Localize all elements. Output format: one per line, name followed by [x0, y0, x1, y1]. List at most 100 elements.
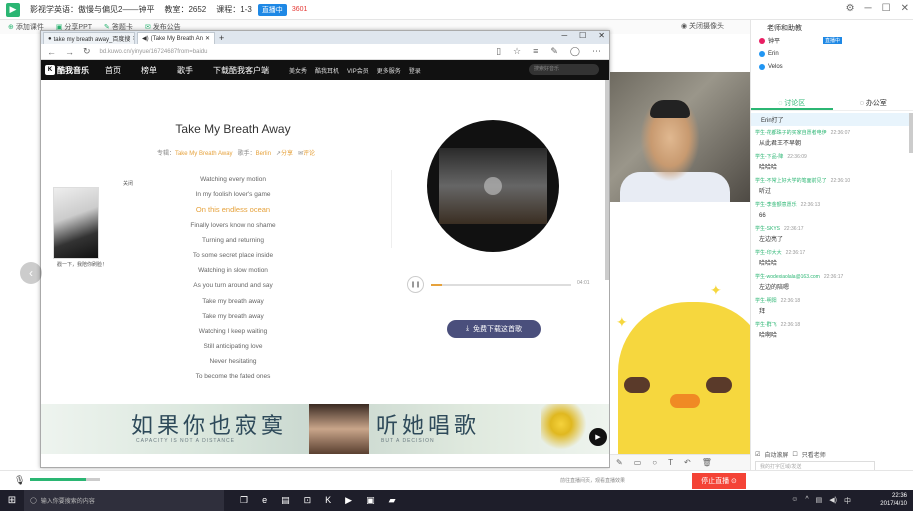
banner-play-icon[interactable]: ▶ [589, 428, 607, 446]
favorite-star-icon[interactable]: ☆ [513, 46, 521, 57]
circle-icon[interactable]: ○ [652, 458, 657, 467]
undo-icon[interactable]: ↶ [684, 458, 691, 467]
nav-vip[interactable]: VIP会员 [347, 66, 369, 75]
browser-minimize-icon[interactable]: ─ [561, 31, 567, 40]
chat-scrollbar[interactable] [909, 113, 913, 153]
prev-slide-icon[interactable]: ‹ [20, 262, 42, 284]
nav-download-client[interactable]: 下载酷我客户端 [213, 65, 269, 76]
note-icon[interactable]: ✎ [550, 46, 558, 57]
text-tool-icon[interactable]: T [668, 458, 673, 467]
share-link[interactable]: 分享 [281, 151, 293, 157]
windows-start-icon[interactable]: ⊞ [0, 495, 24, 506]
banner-ad[interactable]: 如果你也寂寞 CAPACITY IS NOT A DISTANCE 听她唱歌 B… [41, 404, 609, 454]
banner-sub-right: BUT A DECISION [381, 438, 435, 444]
task-view-icon[interactable]: ❐ [240, 495, 248, 506]
nav-headphones[interactable]: 酷我耳机 [315, 66, 339, 75]
member-item[interactable]: Erin [751, 47, 913, 60]
media-icon[interactable]: ▶ [345, 495, 352, 506]
close-icon[interactable]: ✕ [901, 3, 909, 14]
chat-time: 22:36:09 [787, 154, 807, 160]
maximize-icon[interactable]: ☐ [882, 3, 891, 14]
browser-close-icon[interactable]: ✕ [598, 31, 605, 40]
clock[interactable]: 22:36 2017/4/10 [880, 492, 907, 508]
pen-icon[interactable]: ✎ [616, 458, 623, 467]
lyric-line: Turning and returning [202, 236, 264, 244]
lyric-line: On this endless ocean [195, 205, 271, 215]
chat-text: 哈哈哈 [759, 261, 778, 267]
chat-list[interactable]: Erin打了 学生-花都珠子的买家自愿者电伊 22:36:07 从此君王不早朝 学生-… [751, 113, 909, 448]
share-icon[interactable]: ◯ [570, 46, 580, 57]
nav-charts[interactable]: 榜单 [141, 65, 157, 76]
microphone-icon[interactable]: 🎙 [14, 475, 25, 486]
tab-kuwo[interactable]: ◀) (Take My Breath An ✕ [137, 32, 216, 44]
preview-hint[interactable]: 前往直播间页，观看直播效果 [560, 477, 625, 484]
ime-indicator[interactable]: 中 [844, 496, 851, 506]
side-ad-image[interactable] [53, 187, 99, 259]
right-panel: 老师和助教 钟平 直播中 Erin Velos ◌ 讨论区 ◌ 办公室 Erin打… [750, 20, 913, 490]
store-icon[interactable]: ⊡ [304, 495, 312, 506]
new-tab-icon[interactable]: + [219, 32, 224, 44]
stop-live-button[interactable]: 停止直播 ⊙ [692, 473, 746, 489]
close-camera-button[interactable]: ◉ 关闭摄像头 [681, 21, 724, 31]
member-item[interactable]: 钟平 直播中 [751, 34, 913, 47]
people-icon[interactable]: ☺ [791, 496, 798, 506]
auto-scroll-checkbox[interactable]: ☑ [755, 451, 760, 458]
comment-link[interactable]: 评论 [303, 151, 315, 157]
teacher-only-checkbox[interactable]: ☐ [792, 451, 797, 458]
url-field[interactable]: bd.kuwo.cn/yinyue/16724687from=baidu [100, 49, 488, 55]
trash-icon[interactable]: 🗑 [702, 458, 712, 467]
chat-time: 22:36:13 [800, 202, 821, 208]
whiteboard-tools: ✎ ▭ ○ T ↶ 🗑 [610, 454, 750, 470]
tab-close-icon[interactable]: ✕ [205, 35, 210, 42]
browser-scrollbar[interactable] [605, 80, 609, 280]
classroom-app-icon[interactable]: ▰ [389, 495, 396, 506]
lyric-line: Take my breath away [202, 297, 264, 305]
progress-bar[interactable] [431, 284, 571, 286]
office-icon: ◌ [859, 100, 864, 107]
browser-maximize-icon[interactable]: ☐ [579, 31, 586, 40]
download-song-button[interactable]: ⤓ 免费下载这首歌 [447, 320, 541, 338]
hub-icon[interactable]: ≡ [533, 46, 538, 57]
nav-more-services[interactable]: 更多服务 [377, 66, 401, 75]
tab-baidu[interactable]: ●take my breath away_百度搜✕ [43, 32, 135, 44]
photo-icon[interactable]: ▣ [366, 495, 375, 506]
nav-beauty-show[interactable]: 美女秀 [289, 66, 307, 75]
nav-home[interactable]: 首页 [105, 65, 121, 76]
album-link[interactable]: Take My Breath Away [175, 151, 233, 157]
taskbar-search[interactable]: ◯ 输入你要搜索的内容 [24, 490, 224, 511]
chat-sender: 学生-wodexiaolala@163.com [755, 274, 820, 280]
pause-button[interactable]: ❚❚ [407, 276, 424, 293]
minimize-icon[interactable]: ─ [865, 3, 872, 14]
up-arrow-icon[interactable]: ^ [805, 496, 808, 506]
settings-icon[interactable]: ⚙ [846, 3, 855, 14]
kuwo-logo-icon: K [45, 65, 55, 75]
member-item[interactable]: Velos [751, 60, 913, 73]
network-icon[interactable]: ▤ [816, 496, 823, 506]
volume-icon[interactable]: ◀) [829, 496, 837, 506]
edge-icon[interactable]: e [262, 495, 267, 506]
mic-volume-slider[interactable] [30, 478, 100, 481]
progress-fill [431, 284, 443, 286]
nav-login[interactable]: 登录 [409, 66, 421, 75]
folder-icon[interactable]: ▤ [281, 495, 290, 506]
side-ad-close[interactable]: 关闭 [123, 180, 133, 187]
add-course-button[interactable]: ⊕ 添加课件 [8, 22, 44, 32]
rect-icon[interactable]: ▭ [634, 458, 642, 467]
window-controls: ⚙ ─ ☐ ✕ [846, 3, 909, 14]
kuwo-app-icon[interactable]: K [325, 495, 331, 506]
more-icon[interactable]: ⋯ [592, 46, 601, 57]
tab-discussion[interactable]: ◌ 讨论区 [751, 97, 833, 110]
audio-player: ❚❚ 04:01 [407, 276, 607, 293]
refresh-icon[interactable]: ↻ [83, 46, 91, 57]
forward-icon[interactable]: → [65, 47, 74, 57]
back-icon[interactable]: ← [47, 47, 56, 57]
tab-close-icon[interactable]: ✕ [132, 35, 134, 42]
chat-messages: 学生-花都珠子的买家自愿者电伊 22:36:07 从此君王不早朝 学生-下品-降 22:… [751, 129, 909, 343]
nav-artists[interactable]: 歌手 [177, 65, 193, 76]
reading-view-icon[interactable]: ▯ [496, 46, 501, 57]
tab-office[interactable]: ◌ 办公室 [833, 97, 913, 110]
kuwo-logo[interactable]: K 酷我音乐 [45, 65, 89, 76]
artist-link[interactable]: Berlin [256, 151, 271, 157]
lyric-line: In my foolish lover's game [195, 191, 271, 199]
kuwo-search-input[interactable]: 搜索好音乐 [529, 64, 599, 75]
